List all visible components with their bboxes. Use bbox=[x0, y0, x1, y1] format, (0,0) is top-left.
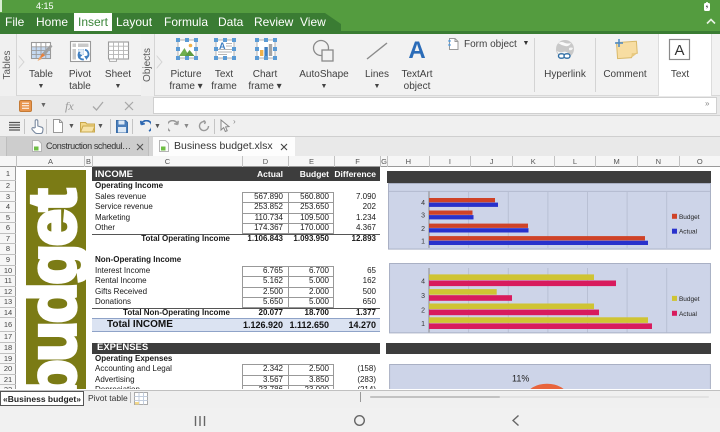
svg-text:3: 3 bbox=[421, 293, 425, 300]
svg-text:2: 2 bbox=[421, 308, 425, 315]
svg-text:1: 1 bbox=[421, 239, 425, 246]
svg-text:4: 4 bbox=[421, 201, 425, 208]
svg-text:3: 3 bbox=[421, 213, 425, 220]
svg-text:1: 1 bbox=[421, 321, 425, 328]
svg-text:Actual: Actual bbox=[679, 311, 697, 318]
svg-text:A: A bbox=[674, 42, 684, 59]
svg-text:Budget: Budget bbox=[679, 296, 700, 303]
svg-text:Actual: Actual bbox=[679, 229, 697, 236]
svg-text:4: 4 bbox=[421, 279, 425, 286]
svg-text:Budget: Budget bbox=[679, 214, 700, 221]
svg-text:2: 2 bbox=[421, 226, 425, 233]
svg-text:11%: 11% bbox=[512, 374, 529, 384]
